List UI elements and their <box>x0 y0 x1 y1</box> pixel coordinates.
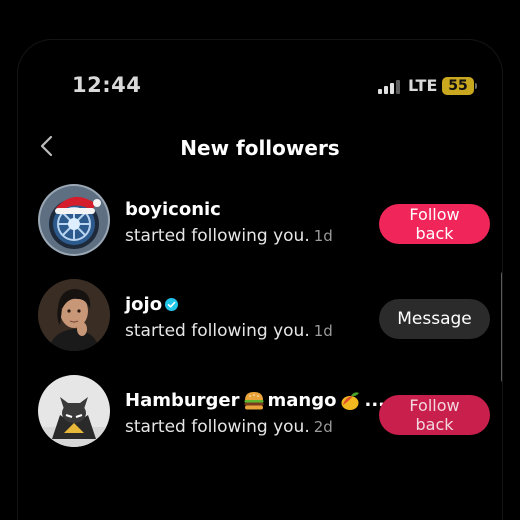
page-title: New followers <box>180 136 340 160</box>
username-text: jojo <box>125 294 163 315</box>
mango-emoji-icon <box>339 391 361 411</box>
signal-strength-icon <box>378 78 404 94</box>
time-ago: 1d <box>313 322 333 340</box>
time-ago: 2d <box>313 418 333 436</box>
activity-text: started following you. <box>125 321 310 341</box>
status-time: 12:44 <box>72 73 142 97</box>
follow-back-button[interactable]: Follow back <box>379 395 490 435</box>
username-text-part2: mango <box>267 390 337 411</box>
follow-activity: started following you. 1d <box>125 321 333 341</box>
battery-level: 55 <box>448 78 468 94</box>
battery-icon: 55 <box>442 77 474 95</box>
follow-back-button[interactable]: Follow back <box>379 204 490 244</box>
phone-screen: 12:44 LTE 55 New followers boyiconic sta… <box>18 40 502 520</box>
follow-activity: started following you. 1d <box>125 226 333 246</box>
activity-text: started following you. <box>125 226 310 246</box>
follower-username[interactable]: Hamburger mango ... <box>125 390 385 411</box>
message-button[interactable]: Message <box>379 299 490 339</box>
follower-username[interactable]: jojo <box>125 294 179 315</box>
list-item[interactable]: Hamburger mango ... started following yo… <box>18 371 502 451</box>
avatar[interactable] <box>38 375 110 447</box>
status-bar: 12:44 LTE 55 <box>18 40 502 132</box>
username-text: Hamburger <box>125 390 240 411</box>
time-ago: 1d <box>313 227 333 245</box>
activity-text: started following you. <box>125 417 310 437</box>
follower-username[interactable]: boyiconic <box>125 199 221 220</box>
list-item[interactable]: jojo started following you. 1d Message <box>18 275 502 355</box>
scrollbar[interactable] <box>501 272 502 382</box>
username-text: boyiconic <box>125 199 221 220</box>
avatar[interactable] <box>38 279 110 351</box>
hamburger-emoji-icon <box>243 391 265 411</box>
nav-header: New followers <box>18 132 502 168</box>
verified-badge-icon <box>165 298 179 311</box>
network-type: LTE <box>408 76 438 95</box>
battery-nub <box>475 83 477 89</box>
list-item[interactable]: boyiconic started following you. 1d Follo… <box>18 180 502 260</box>
follow-activity: started following you. 2d <box>125 417 333 437</box>
avatar[interactable] <box>38 184 110 256</box>
